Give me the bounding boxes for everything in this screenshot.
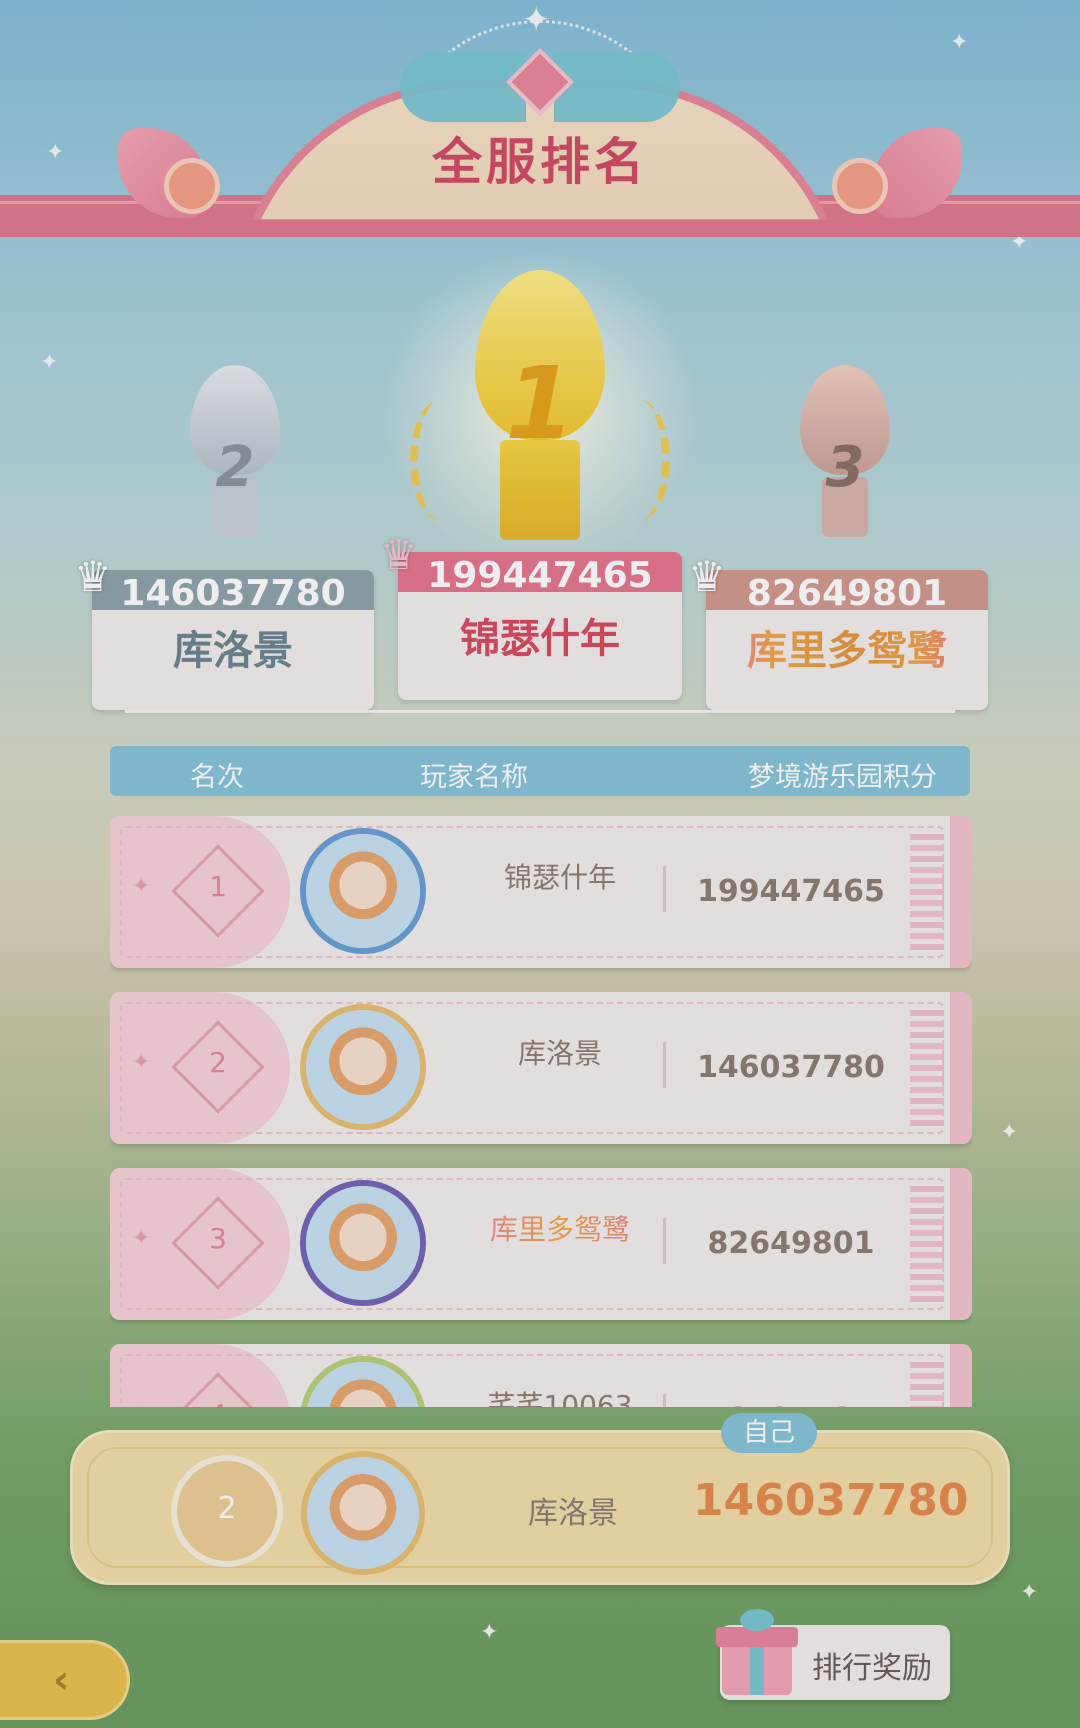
rank-number: 3	[209, 1222, 227, 1255]
sparkle-icon: ✦	[950, 30, 969, 55]
ranking-list[interactable]: ✦ 1 锦瑟什年 199447465 ✦ 2 库洛景 146037780 ✦ 3	[110, 812, 972, 1407]
table-row[interactable]: ✦ 2 库洛景 146037780	[110, 992, 972, 1144]
sparkle-icon: ✦	[132, 1402, 150, 1407]
bronze-trophy-icon: 3	[760, 365, 930, 555]
avatar[interactable]	[300, 1180, 426, 1306]
sparkle-icon: ✦	[132, 874, 151, 899]
sparkle-icon: ✦	[40, 350, 59, 375]
podium-player-name: 库洛景	[173, 628, 293, 674]
trophy-rank-number: 2	[215, 435, 255, 500]
self-score: 146037780	[693, 1475, 969, 1526]
podium-card-third: 82649801 库里多鸳鹭	[706, 570, 988, 710]
sparkle-icon: ✦	[132, 1050, 151, 1075]
podium-score: 146037780	[92, 570, 374, 614]
podium-score: 199447465	[398, 552, 682, 596]
podium-player-name: 锦瑟什年	[460, 616, 620, 662]
podium-card-first: 199447465 锦瑟什年	[398, 552, 682, 700]
table-row[interactable]: ✦ 1 锦瑟什年 199447465	[110, 816, 972, 968]
avatar[interactable]	[300, 1004, 426, 1130]
player-name: 锦瑟什年	[503, 861, 616, 894]
player-score: 82649801	[707, 1226, 875, 1261]
avatar[interactable]	[301, 1451, 425, 1575]
player-name: 芊芊10063	[487, 1389, 633, 1407]
table-header: 名次 玩家名称 梦境游乐园积分	[110, 746, 970, 796]
crown-icon: ♛	[74, 552, 112, 601]
player-score: 42424424	[666, 1402, 916, 1407]
sparkle-icon: ✦	[1020, 1580, 1039, 1605]
sparkle-icon: ✦	[1000, 1120, 1019, 1145]
gift-box-icon	[712, 1609, 802, 1699]
rank-number: 1	[209, 870, 227, 903]
table-row[interactable]: ✦ 3 库里多鸳鹭 82649801	[110, 1168, 972, 1320]
column-header-player: 玩家名称	[420, 762, 528, 793]
rank-reward-button[interactable]: 排行奖励	[716, 1609, 950, 1700]
crown-icon: ♛	[380, 530, 418, 579]
podium-divider	[125, 710, 955, 713]
trophy-rank-number: 1	[505, 345, 575, 462]
player-score: 146037780	[697, 1050, 885, 1085]
self-player-name: 库洛景	[528, 1496, 618, 1531]
column-header-score: 梦境游乐园积分	[748, 762, 937, 793]
crown-icon: ♛	[688, 552, 726, 601]
self-tag: 自己	[721, 1413, 817, 1453]
rank-number: 4	[185, 1398, 251, 1407]
player-score: 199447465	[697, 874, 885, 909]
trophy-rank-number: 3	[825, 435, 865, 500]
podium-player-name: 库里多鸳鹭	[706, 618, 988, 676]
leaderboard-screen: ✦ ✦ ✦ ✦ ✦ ✦ ✦ ✦ 全服排名 2 1 3 146037780 库洛景…	[0, 0, 1080, 1728]
back-button[interactable]: ‹	[0, 1640, 130, 1720]
self-rank-number: 2	[217, 1491, 237, 1526]
column-header-rank: 名次	[190, 762, 244, 793]
silver-trophy-icon: 2	[150, 365, 320, 555]
table-row[interactable]: ✦ 4 芊芊10063 42424424	[110, 1344, 972, 1407]
sparkle-icon: ✦	[132, 1226, 151, 1251]
podium-card-second: 146037780 库洛景	[92, 570, 374, 710]
sparkle-icon: ✦	[480, 1620, 499, 1645]
player-name: 库里多鸳鹭	[430, 1208, 690, 1248]
back-arrow-icon: ‹	[53, 1657, 70, 1703]
rank-reward-label: 排行奖励	[812, 1651, 932, 1686]
player-name: 库洛景	[517, 1037, 602, 1070]
avatar[interactable]	[300, 828, 426, 954]
rank-number: 2	[209, 1046, 227, 1079]
podium-score: 82649801	[706, 570, 988, 614]
page-title: 全服排名	[432, 133, 648, 191]
self-rank-medal: 2	[171, 1455, 283, 1567]
self-ranking-bar: 自己 2 库洛景 146037780	[70, 1413, 1010, 1585]
gold-trophy-icon: 1	[380, 250, 700, 570]
star-icon: ✦	[522, 0, 551, 40]
